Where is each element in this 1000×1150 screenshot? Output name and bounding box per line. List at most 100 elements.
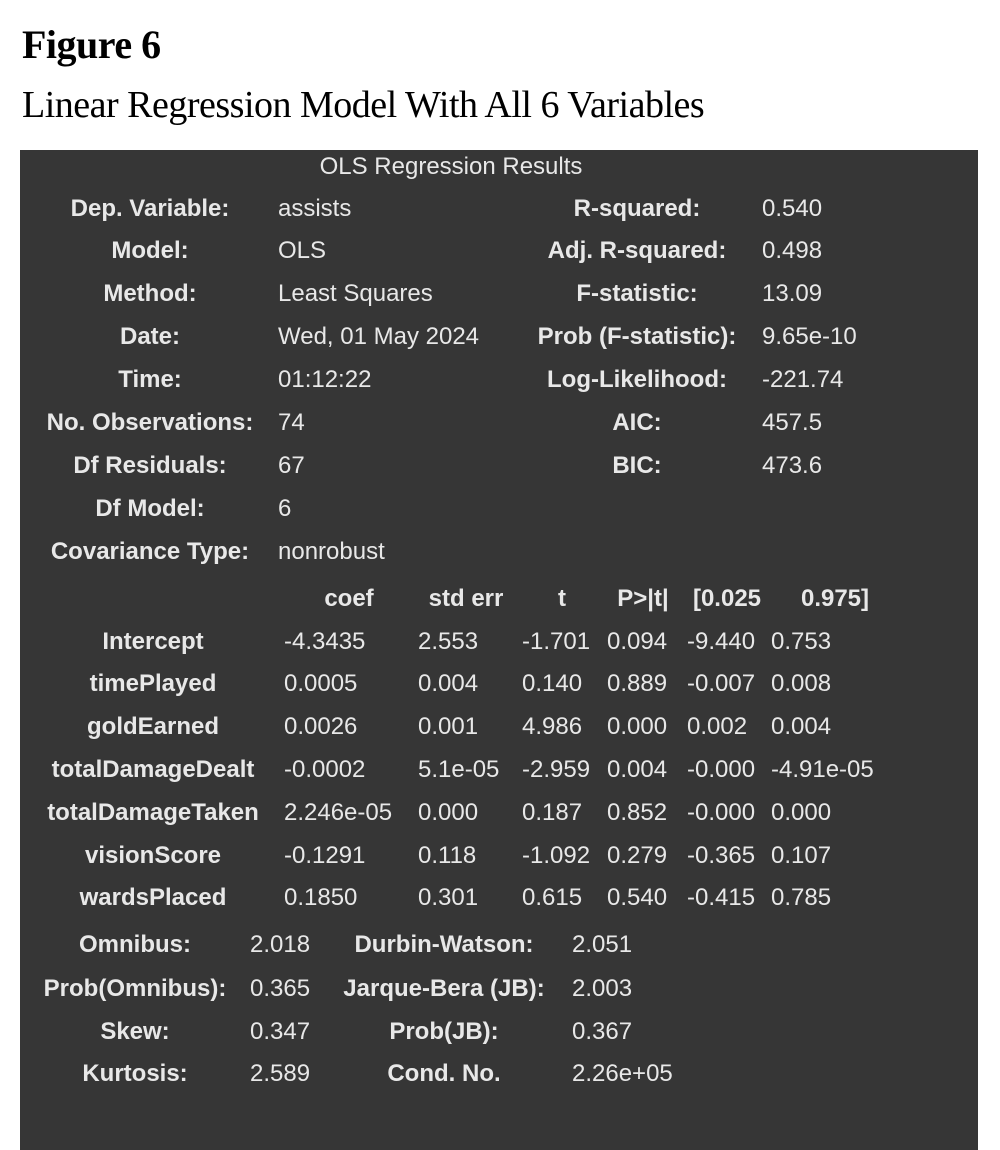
variable-name: goldEarned — [86, 713, 220, 740]
variable-name: Intercept — [102, 628, 204, 655]
p-value: 0.852 — [607, 799, 668, 826]
variable-name: wardsPlaced — [79, 884, 227, 911]
p-value: 0.889 — [607, 670, 668, 697]
summary-label: No. Observations: — [46, 409, 254, 436]
summary-label: Df Model: — [95, 495, 205, 522]
p-value: 0.004 — [607, 756, 668, 783]
std-err-value: 0.301 — [418, 884, 479, 911]
summary-label: Date: — [119, 323, 181, 350]
coef-value: -4.3435 — [284, 628, 366, 655]
diagnostic-label: Cond. No. — [387, 1060, 501, 1087]
std-err-value: 2.553 — [418, 628, 479, 655]
statistic-label: Adj. R-squared: — [547, 237, 727, 264]
t-value: -1.092 — [522, 842, 591, 869]
p-value: 0.540 — [607, 884, 668, 911]
summary-value: OLS — [278, 237, 327, 264]
diagnostic-value: 2.589 — [250, 1060, 311, 1087]
statistic-value: 13.09 — [762, 280, 823, 307]
diagnostic-value: 0.365 — [250, 975, 311, 1002]
summary-value: 6 — [278, 495, 292, 522]
p-value: 0.094 — [607, 628, 668, 655]
figure-label: Figure 6 — [22, 22, 161, 67]
summary-label: Model: — [111, 237, 189, 264]
summary-label: Dep. Variable: — [70, 195, 230, 222]
t-value: 0.615 — [522, 884, 583, 911]
statistic-value: 9.65e-10 — [762, 323, 857, 350]
std-err-value: 0.001 — [418, 713, 479, 740]
summary-label: Method: — [103, 280, 197, 307]
summary-label: Covariance Type: — [50, 538, 250, 565]
std-err-value: 0.118 — [418, 842, 477, 869]
ci-lower-value: -9.440 — [687, 628, 756, 655]
ci-upper-value: 0.004 — [771, 713, 832, 740]
ci-upper-value: 0.785 — [771, 884, 832, 911]
ci-upper-value: 0.000 — [771, 799, 832, 826]
ci-upper-value: 0.008 — [771, 670, 832, 697]
statistic-label: F-statistic: — [576, 280, 698, 307]
diagnostic-value: 0.347 — [250, 1018, 311, 1045]
coef-value: 0.1850 — [284, 884, 358, 911]
coef-value: -0.0002 — [284, 756, 366, 783]
coef-value: 2.246e-05 — [284, 799, 393, 826]
t-value: 0.187 — [522, 799, 583, 826]
ci-upper-value: 0.107 — [771, 842, 832, 869]
statistic-label: Prob (F-statistic): — [537, 323, 737, 350]
diagnostic-label: Durbin-Watson: — [354, 931, 534, 958]
coef-value: 0.0005 — [284, 670, 358, 697]
regression-results-panel: OLS Regression Results Dep. Variable: ass… — [20, 150, 978, 1150]
diagnostic-label: Prob(Omnibus): — [43, 975, 227, 1002]
ci-lower-value: -0.365 — [687, 842, 756, 869]
column-header: std err — [428, 585, 504, 612]
diagnostic-value: 2.003 — [572, 975, 633, 1002]
diagnostic-label: Kurtosis: — [82, 1060, 188, 1087]
ci-lower-value: -0.415 — [687, 884, 756, 911]
figure-caption: Linear Regression Model With All 6 Varia… — [22, 84, 705, 126]
column-header: [0.025 — [692, 585, 762, 612]
summary-label: Df Residuals: — [73, 452, 227, 479]
ci-lower-value: -0.007 — [687, 670, 756, 697]
statistic-value: -221.74 — [762, 366, 844, 393]
ci-upper-value: -4.91e-05 — [771, 756, 874, 783]
t-value: -1.701 — [522, 628, 591, 655]
ci-lower-value: 0.002 — [687, 713, 748, 740]
diagnostic-label: Jarque-Bera (JB): — [343, 975, 545, 1002]
results-title: OLS Regression Results — [319, 153, 583, 180]
ci-upper-value: 0.753 — [771, 628, 832, 655]
variable-name: visionScore — [84, 842, 222, 869]
summary-label: Time: — [118, 366, 182, 393]
ci-lower-value: -0.000 — [687, 756, 756, 783]
statistic-value: 0.498 — [762, 237, 823, 264]
summary-value: 67 — [278, 452, 305, 479]
column-header: t — [558, 585, 566, 612]
std-err-value: 0.004 — [418, 670, 479, 697]
std-err-value: 0.000 — [418, 799, 479, 826]
p-value: 0.000 — [607, 713, 668, 740]
column-header: 0.975] — [800, 585, 870, 612]
summary-value: 74 — [278, 409, 305, 436]
summary-value: assists — [278, 195, 352, 222]
column-header: coef — [324, 585, 374, 612]
diagnostic-label: Omnibus: — [79, 931, 191, 958]
summary-value: Wed, 01 May 2024 — [278, 323, 480, 350]
std-err-value: 5.1e-05 — [418, 756, 500, 783]
diagnostic-value: 2.26e+05 — [572, 1060, 673, 1087]
ci-lower-value: -0.000 — [687, 799, 756, 826]
summary-value: 01:12:22 — [278, 366, 372, 393]
statistic-label: AIC: — [612, 409, 662, 436]
statistic-label: BIC: — [612, 452, 662, 479]
t-value: 0.140 — [522, 670, 583, 697]
coef-value: -0.1291 — [284, 842, 366, 869]
variable-name: totalDamageTaken — [47, 799, 259, 826]
diagnostic-label: Skew: — [100, 1018, 170, 1045]
summary-value: nonrobust — [278, 538, 385, 565]
statistic-value: 457.5 — [762, 409, 823, 436]
statistic-value: 0.540 — [762, 195, 823, 222]
diagnostic-value: 2.051 — [572, 931, 633, 958]
diagnostic-value: 2.018 — [250, 931, 311, 958]
statistic-label: Log-Likelihood: — [547, 366, 727, 393]
variable-name: totalDamageDealt — [51, 756, 255, 783]
t-value: -2.959 — [522, 756, 591, 783]
diagnostic-label: Prob(JB): — [389, 1018, 499, 1045]
variable-name: timePlayed — [89, 670, 217, 697]
t-value: 4.986 — [522, 713, 583, 740]
